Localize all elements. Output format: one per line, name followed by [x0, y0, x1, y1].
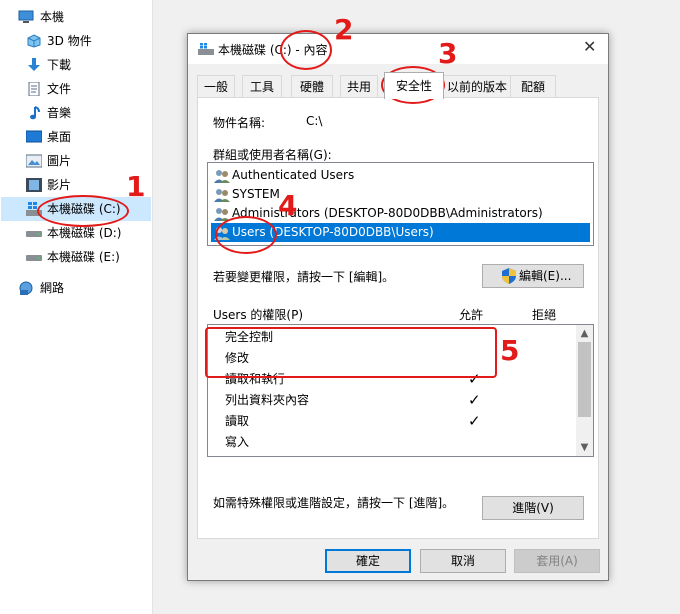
- annotation-ring-title: [280, 30, 332, 70]
- network-icon: [19, 281, 33, 295]
- pictures-icon: [26, 154, 42, 168]
- nav-label: 圖片: [47, 154, 72, 168]
- permission-name: 列出資料夾內容: [225, 393, 310, 407]
- close-icon[interactable]: ✕: [583, 38, 596, 56]
- video-film-icon: [26, 178, 42, 192]
- object-name-label: 物件名稱:: [213, 116, 266, 130]
- allow-checkmark: ✓: [468, 391, 481, 409]
- groups-label: 群組或使用者名稱(G):: [213, 148, 332, 162]
- properties-dialog: 本機磁碟 (C:) - 內容 ✕ 一般 工具 硬體 共用 安全性 以前的版本 配…: [187, 33, 609, 581]
- nav-item-network[interactable]: 網路: [0, 276, 150, 300]
- allow-checkmark: ✓: [468, 412, 481, 430]
- security-panel: 物件名稱: C:\ 群組或使用者名稱(G): Authenticated Use…: [197, 97, 599, 539]
- permissions-header: Users 的權限(P): [213, 308, 304, 322]
- advanced-hint: 如需特殊權限或進階設定，請按一下 [進階]。: [213, 496, 455, 510]
- annotation-rect-permissions: [205, 327, 497, 378]
- nav-item-desktop[interactable]: 桌面: [0, 125, 150, 149]
- nav-item-drive-e[interactable]: 本機磁碟 (E:): [0, 245, 150, 269]
- cancel-button[interactable]: 取消: [420, 549, 506, 573]
- nav-item-music[interactable]: 音樂: [0, 101, 150, 125]
- cube-3d-icon: [27, 34, 41, 48]
- nav-item-this-pc[interactable]: 本機: [0, 5, 150, 29]
- nav-label: 本機磁碟 (E:): [47, 250, 120, 264]
- group-name: Authenticated Users: [232, 168, 355, 182]
- drive-icon: [26, 231, 42, 237]
- annotation-number: 4: [278, 189, 298, 222]
- permission-name: 讀取: [225, 414, 250, 428]
- tab-general[interactable]: 一般: [197, 75, 235, 98]
- drive-title-icon: [198, 43, 214, 55]
- edit-button[interactable]: 編輯(E)...: [482, 264, 584, 288]
- tab-quota[interactable]: 配額: [510, 75, 556, 98]
- apply-button[interactable]: 套用(A): [514, 549, 600, 573]
- ok-button[interactable]: 確定: [325, 549, 411, 573]
- desktop-icon: [26, 130, 42, 143]
- nav-item-downloads[interactable]: 下載: [0, 53, 150, 77]
- edit-button-label: 編輯(E)...: [519, 269, 572, 283]
- advanced-button[interactable]: 進階(V): [482, 496, 584, 520]
- tab-tools[interactable]: 工具: [242, 75, 282, 98]
- tab-sharing[interactable]: 共用: [340, 75, 378, 98]
- nav-label: 文件: [47, 82, 72, 96]
- deny-header: 拒絕: [532, 308, 557, 322]
- permission-row: 寫入: [208, 432, 576, 453]
- annotation-ring-drive-c: [37, 195, 129, 227]
- tab-security[interactable]: 安全性: [384, 72, 444, 99]
- group-row[interactable]: Authenticated Users: [211, 166, 590, 185]
- nav-label: 影片: [47, 178, 72, 192]
- scroll-down-icon[interactable]: ▼: [576, 439, 593, 456]
- annotation-number: 2: [334, 13, 354, 46]
- tab-hardware[interactable]: 硬體: [291, 75, 333, 98]
- annotation-number: 1: [126, 170, 146, 203]
- drive-icon: [26, 255, 42, 261]
- title-bar[interactable]: 本機磁碟 (C:) - 內容 ✕: [188, 34, 608, 64]
- change-hint: 若要變更權限，請按一下 [編輯]。: [213, 270, 395, 284]
- users-icon: [214, 189, 230, 202]
- permission-name: 寫入: [225, 435, 250, 449]
- music-note-icon: [30, 106, 40, 120]
- nav-label: 本機: [40, 10, 65, 24]
- allow-header: 允許: [459, 308, 484, 322]
- nav-label: 音樂: [47, 106, 72, 120]
- annotation-number: 5: [500, 334, 520, 367]
- nav-item-documents[interactable]: 文件: [0, 77, 150, 101]
- nav-label: 3D 物件: [47, 34, 92, 48]
- permission-row: 列出資料夾內容 ✓: [208, 390, 576, 411]
- navigation-pane: 本機 3D 物件 下載 文件 音樂 桌面 圖片 影片 本機磁碟 (C:) 本機磁…: [0, 0, 153, 614]
- uac-shield-icon: [502, 268, 516, 284]
- annotation-ring-users: [215, 216, 277, 254]
- computer-icon: [18, 10, 34, 23]
- document-icon: [28, 82, 40, 96]
- nav-label: 下載: [47, 58, 72, 72]
- nav-label: 桌面: [47, 130, 72, 144]
- object-name-value: C:\: [306, 114, 323, 128]
- tab-previous-versions[interactable]: 以前的版本: [442, 75, 512, 98]
- scroll-thumb[interactable]: [578, 342, 591, 417]
- group-row[interactable]: SYSTEM: [211, 185, 590, 204]
- nav-item-3d-objects[interactable]: 3D 物件: [0, 29, 150, 53]
- users-icon: [214, 170, 230, 183]
- annotation-number: 3: [438, 37, 458, 70]
- group-name: SYSTEM: [232, 187, 280, 201]
- download-arrow-icon: [28, 58, 40, 71]
- group-row[interactable]: Administrators (DESKTOP-80D0DBB\Administ…: [211, 204, 590, 223]
- permission-row: 讀取 ✓: [208, 411, 576, 432]
- permissions-scrollbar[interactable]: ▲ ▼: [576, 325, 593, 456]
- scroll-up-icon[interactable]: ▲: [576, 325, 593, 342]
- nav-label: 網路: [40, 281, 65, 295]
